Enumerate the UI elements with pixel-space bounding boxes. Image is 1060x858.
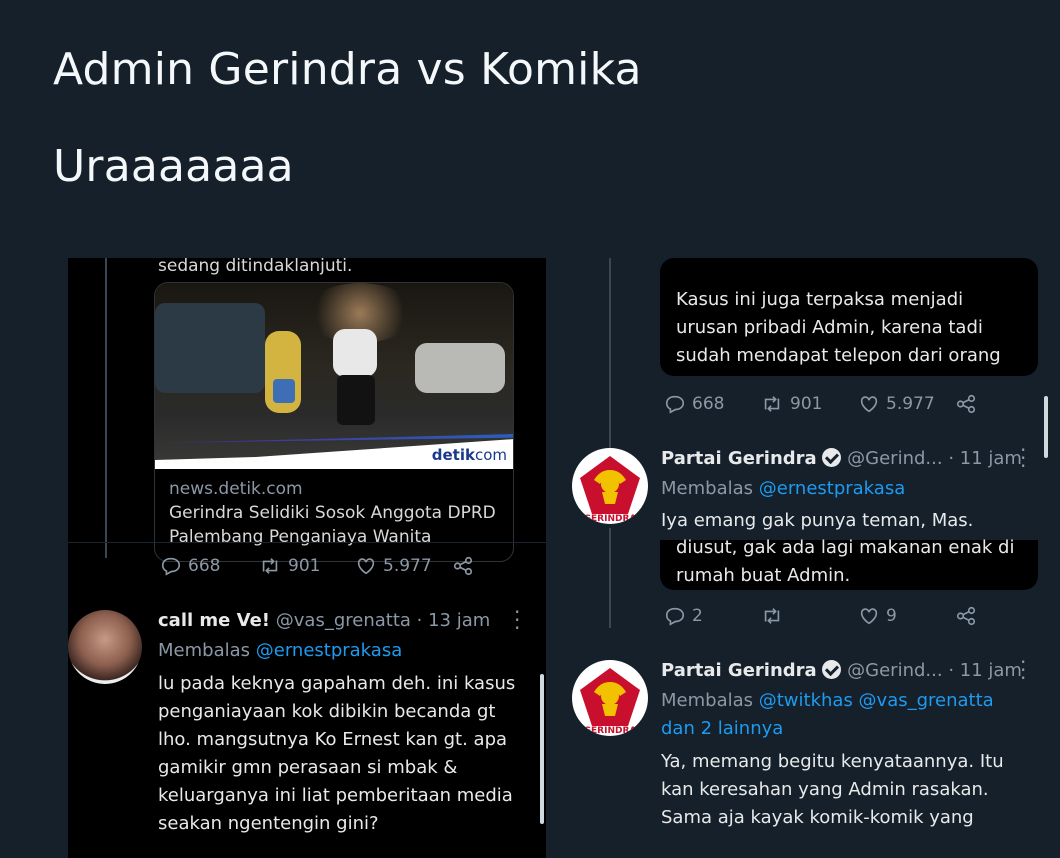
mention-link[interactable]: @ernestprakasa bbox=[256, 640, 402, 661]
retweet-icon bbox=[262, 558, 278, 574]
share-action[interactable] bbox=[452, 555, 474, 577]
right-screenshot: Kasus ini juga terpaksa menjadi urusan p… bbox=[548, 258, 1060, 858]
mention-link[interactable]: @twitkhas @vas_grenatta bbox=[759, 690, 994, 711]
reply-icon bbox=[161, 557, 181, 576]
tweet-header: Partai Gerindra @Gerind... · 11 jam bbox=[661, 660, 1022, 681]
verified-icon bbox=[822, 660, 842, 679]
like-action[interactable]: 9 bbox=[858, 605, 897, 627]
reply-action[interactable]: 668 bbox=[160, 555, 220, 577]
quoted-reply-bubble: Kasus ini juga terpaksa menjadi urusan p… bbox=[660, 258, 1038, 376]
retweet-action[interactable] bbox=[760, 605, 790, 627]
reply-count: 668 bbox=[188, 556, 221, 576]
retweet-count: 901 bbox=[288, 556, 321, 576]
reply-count: 668 bbox=[692, 394, 725, 414]
like-count: 5.977 bbox=[383, 556, 432, 576]
svg-text:GERINDRA: GERINDRA bbox=[584, 726, 637, 736]
retweet-action[interactable]: 901 bbox=[760, 393, 822, 415]
news-thumbnail: detikcom bbox=[155, 283, 513, 469]
link-domain: news.detik.com bbox=[169, 479, 303, 499]
post-text-line-2: Uraaaaaaa bbox=[53, 141, 294, 192]
link-headline-2: Palembang Penganiaya Wanita bbox=[169, 527, 432, 547]
gerindra-garuda-logo[interactable]: GERINDRA bbox=[572, 448, 648, 524]
share-icon bbox=[956, 394, 976, 414]
share-action[interactable] bbox=[955, 393, 977, 415]
reply-action[interactable]: 2 bbox=[664, 605, 703, 627]
post-text-line-1: Admin Gerindra vs Komika bbox=[53, 44, 642, 95]
display-name[interactable]: Partai Gerindra bbox=[661, 448, 817, 469]
scrollbar[interactable] bbox=[540, 674, 544, 824]
reply-body: lu pada keknya gapaham deh. ini kasus pe… bbox=[158, 673, 516, 834]
tweet-header: Partai Gerindra @Gerind... · 11 jam bbox=[661, 448, 1022, 469]
more-icon[interactable]: · · · bbox=[1020, 652, 1026, 688]
thread-line bbox=[105, 258, 107, 558]
replying-to: Membalas @twitkhas @vas_grenatta bbox=[661, 690, 994, 711]
like-icon bbox=[860, 608, 878, 625]
user-handle[interactable]: @vas_grenatta bbox=[276, 610, 411, 631]
detik-logo: detikcom bbox=[431, 446, 507, 464]
like-count: 9 bbox=[886, 606, 897, 626]
tweet-time[interactable]: · 11 jam bbox=[948, 448, 1022, 469]
share-action[interactable] bbox=[955, 605, 977, 627]
tweet-time[interactable]: · 13 jam bbox=[417, 610, 491, 631]
user-avatar[interactable] bbox=[68, 610, 142, 684]
link-headline-1: Gerindra Selidiki Sosok Anggota DPRD bbox=[169, 503, 496, 523]
like-count: 5.977 bbox=[886, 394, 935, 414]
thread-line bbox=[609, 258, 611, 448]
reply-action[interactable]: 668 bbox=[664, 393, 724, 415]
reply-count: 2 bbox=[692, 606, 703, 626]
more-icon[interactable]: · · · bbox=[514, 602, 520, 638]
more-icon[interactable]: · · · bbox=[1020, 440, 1026, 476]
tweet-time[interactable]: · 11 jam bbox=[948, 660, 1022, 681]
tweet-body: Iya emang gak punya teman, Mas. bbox=[661, 510, 974, 531]
verified-icon bbox=[822, 448, 842, 467]
tweet-body: Ya, memang begitu kenyataannya. Itu kan … bbox=[661, 751, 1004, 828]
user-handle[interactable]: @Gerind... bbox=[847, 448, 942, 469]
retweet-action[interactable]: 901 bbox=[258, 555, 320, 577]
like-icon bbox=[860, 396, 878, 413]
quoted-tweet-text: sedang ditindaklanjuti. bbox=[158, 258, 353, 276]
retweet-count: 901 bbox=[790, 394, 823, 414]
share-icon bbox=[956, 606, 976, 626]
like-icon bbox=[357, 558, 375, 575]
mention-more-link[interactable]: dan 2 lainnya bbox=[661, 718, 783, 739]
share-icon bbox=[453, 556, 473, 576]
quoted-reply-bubble: diusut, gak ada lagi makanan enak di rum… bbox=[660, 537, 1038, 590]
svg-text:GERINDRA: GERINDRA bbox=[584, 514, 637, 524]
like-action[interactable]: 5.977 bbox=[355, 555, 432, 577]
retweet-icon bbox=[764, 396, 780, 412]
link-card[interactable]: detikcom news.detik.com Gerindra Selidik… bbox=[154, 282, 514, 562]
reply-icon bbox=[665, 607, 685, 626]
reply-icon bbox=[665, 395, 685, 414]
left-screenshot: sedang ditindaklanjuti. detikcom news.de… bbox=[68, 258, 546, 858]
gerindra-garuda-logo[interactable]: GERINDRA bbox=[572, 660, 648, 736]
tweet-header: call me Ve! @vas_grenatta · 13 jam bbox=[158, 610, 490, 631]
mention-link[interactable]: @ernestprakasa bbox=[759, 478, 905, 499]
retweet-icon bbox=[764, 608, 780, 624]
user-handle[interactable]: @Gerind... bbox=[847, 660, 942, 681]
replying-to: Membalas @ernestprakasa bbox=[661, 478, 906, 499]
scrollbar[interactable] bbox=[1044, 396, 1048, 458]
display-name[interactable]: Partai Gerindra bbox=[661, 660, 817, 681]
like-action[interactable]: 5.977 bbox=[858, 393, 935, 415]
replying-to: Membalas @ernestprakasa bbox=[158, 640, 403, 661]
display-name[interactable]: call me Ve! bbox=[158, 610, 270, 631]
